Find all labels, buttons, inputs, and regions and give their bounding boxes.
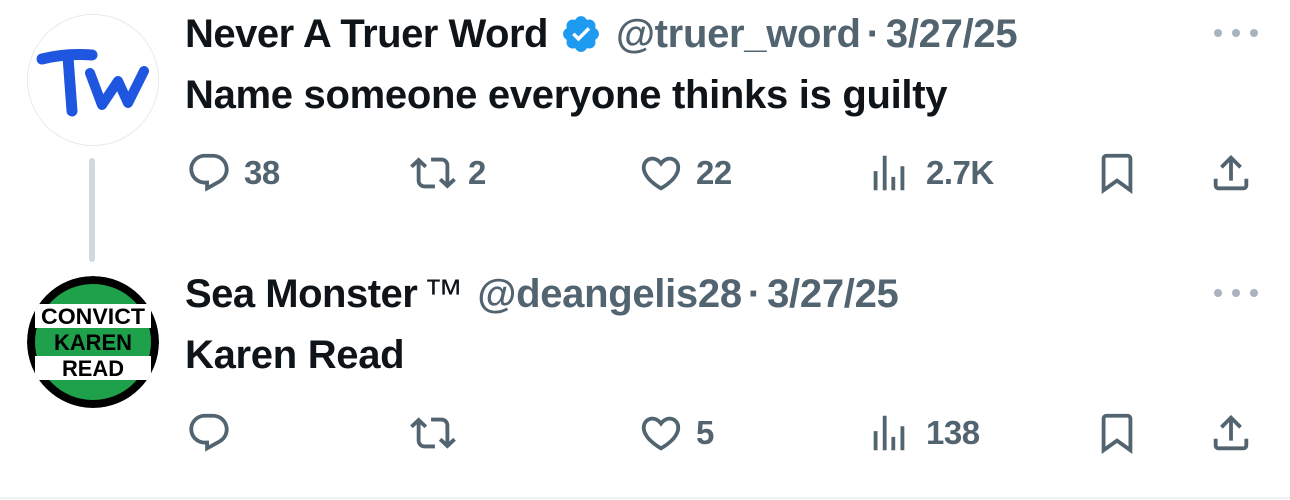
views-button[interactable]: 2.7K <box>866 148 994 198</box>
reply-icon <box>189 413 229 452</box>
action-bar: 5 138 <box>0 408 1290 458</box>
reply-icon <box>189 153 229 192</box>
author-handle[interactable]: @deangelis28 <box>477 270 742 318</box>
reply-button[interactable] <box>186 408 244 458</box>
reply-count: 38 <box>244 154 280 191</box>
convict-karen-read-badge: CONVICT KAREN READ <box>27 276 159 408</box>
tweet[interactable]: CONVICT KAREN READ Sea Monster ™ @deange… <box>0 260 1290 498</box>
bookmark-button[interactable] <box>1094 408 1140 458</box>
badge-line-3: READ <box>62 356 124 381</box>
avatar[interactable]: CONVICT KAREN READ <box>27 276 159 408</box>
share-button[interactable] <box>1208 408 1254 458</box>
retweet-icon <box>410 157 456 189</box>
tweet-date[interactable]: 3/27/25 <box>886 10 1018 58</box>
like-button[interactable]: 22 <box>638 148 732 198</box>
view-count: 138 <box>926 414 980 451</box>
avatar[interactable] <box>27 14 159 146</box>
separator-dot: · <box>747 272 762 316</box>
view-count: 2.7K <box>926 154 994 191</box>
tweet-header: Never A Truer Word @truer_word · 3/27/25 <box>185 10 1018 58</box>
like-count: 22 <box>696 154 732 191</box>
bookmark-icon <box>1101 153 1133 194</box>
action-bar: 38 2 22 2.7K <box>0 148 1290 198</box>
tweet-header: Sea Monster ™ @deangelis28 · 3/27/25 <box>185 270 899 318</box>
truer-word-logo <box>28 15 158 145</box>
retweet-button[interactable] <box>410 408 468 458</box>
trademark-symbol: ™ <box>423 272 464 316</box>
verified-badge-icon <box>560 13 602 55</box>
like-icon <box>641 416 681 451</box>
share-icon <box>1213 154 1249 191</box>
author-handle[interactable]: @truer_word <box>616 10 861 58</box>
more-icon[interactable] <box>1214 286 1258 300</box>
like-count: 5 <box>696 414 714 451</box>
share-button[interactable] <box>1208 148 1254 198</box>
tweet-date[interactable]: 3/27/25 <box>767 270 899 318</box>
views-button[interactable]: 138 <box>866 408 980 458</box>
tweet-text: Name someone everyone thinks is guilty <box>185 73 948 117</box>
author-name[interactable]: Never A Truer Word <box>185 10 548 58</box>
share-icon <box>1213 414 1249 451</box>
like-button[interactable]: 5 <box>638 408 714 458</box>
separator-dot: · <box>866 12 880 56</box>
more-icon[interactable] <box>1214 26 1258 40</box>
tweet[interactable]: Never A Truer Word @truer_word · 3/27/25… <box>0 0 1290 262</box>
retweet-count: 2 <box>468 154 486 191</box>
badge-line-1: CONVICT <box>41 304 146 329</box>
views-icon <box>873 155 905 191</box>
divider <box>0 497 1290 499</box>
retweet-icon <box>410 417 456 449</box>
bookmark-button[interactable] <box>1094 148 1140 198</box>
badge-line-2: KAREN <box>54 330 132 355</box>
like-icon <box>641 156 681 191</box>
reply-button[interactable]: 38 <box>186 148 280 198</box>
retweet-button[interactable]: 2 <box>410 148 486 198</box>
author-name[interactable]: Sea Monster <box>185 270 418 318</box>
views-icon <box>873 415 905 451</box>
tweet-text: Karen Read <box>185 333 405 377</box>
bookmark-icon <box>1101 413 1133 454</box>
